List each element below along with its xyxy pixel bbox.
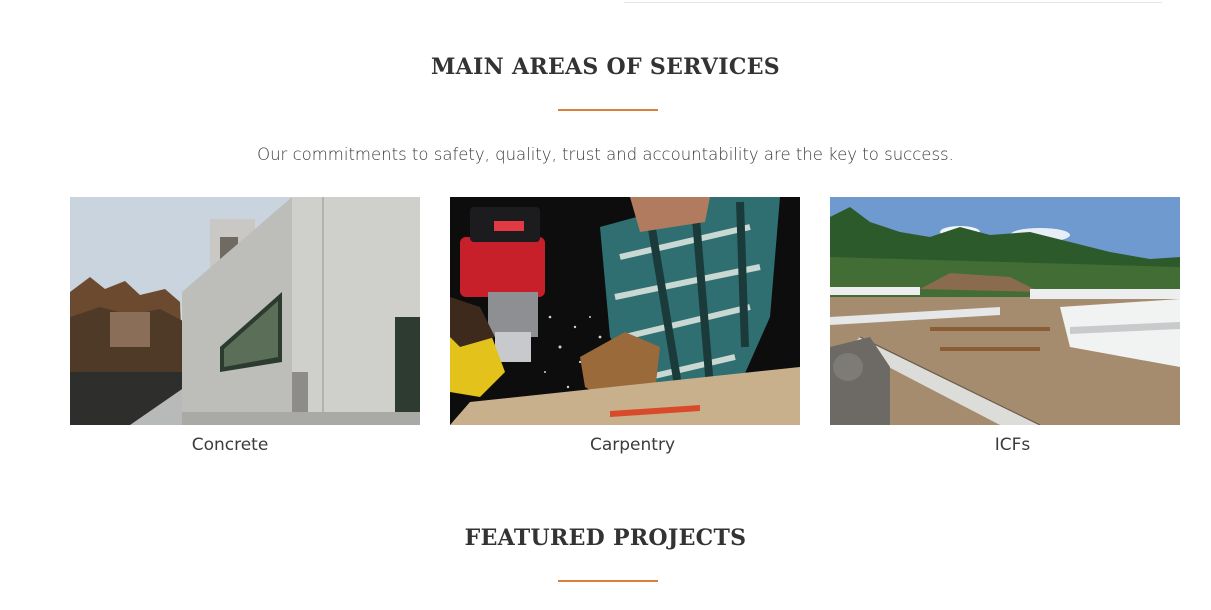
concrete-label[interactable]: Concrete <box>70 435 420 455</box>
projects-heading-underline <box>558 580 658 582</box>
icfs-image-link[interactable] <box>830 197 1180 425</box>
concrete-image-link[interactable] <box>70 197 420 425</box>
service-card-icfs: ICFs <box>830 197 1180 455</box>
concrete-building-photo <box>70 197 420 425</box>
carpentry-label[interactable]: Carpentry <box>450 435 800 455</box>
icfs-label[interactable]: ICFs <box>830 435 1180 455</box>
page: MAIN AREAS OF SERVICES Our commitments t… <box>0 0 1211 610</box>
services-heading: MAIN AREAS OF SERVICES <box>431 54 780 80</box>
services-heading-underline <box>558 109 658 111</box>
carpentry-router-photo <box>450 197 800 425</box>
projects-heading: FEATURED PROJECTS <box>464 525 747 551</box>
service-card-carpentry: Carpentry <box>450 197 800 455</box>
service-card-concrete: Concrete <box>70 197 420 455</box>
icf-foundation-site-photo <box>830 197 1180 425</box>
carpentry-image-link[interactable] <box>450 197 800 425</box>
services-tagline: Our commitments to safety, quality, trus… <box>257 145 954 164</box>
top-divider <box>624 2 1162 3</box>
